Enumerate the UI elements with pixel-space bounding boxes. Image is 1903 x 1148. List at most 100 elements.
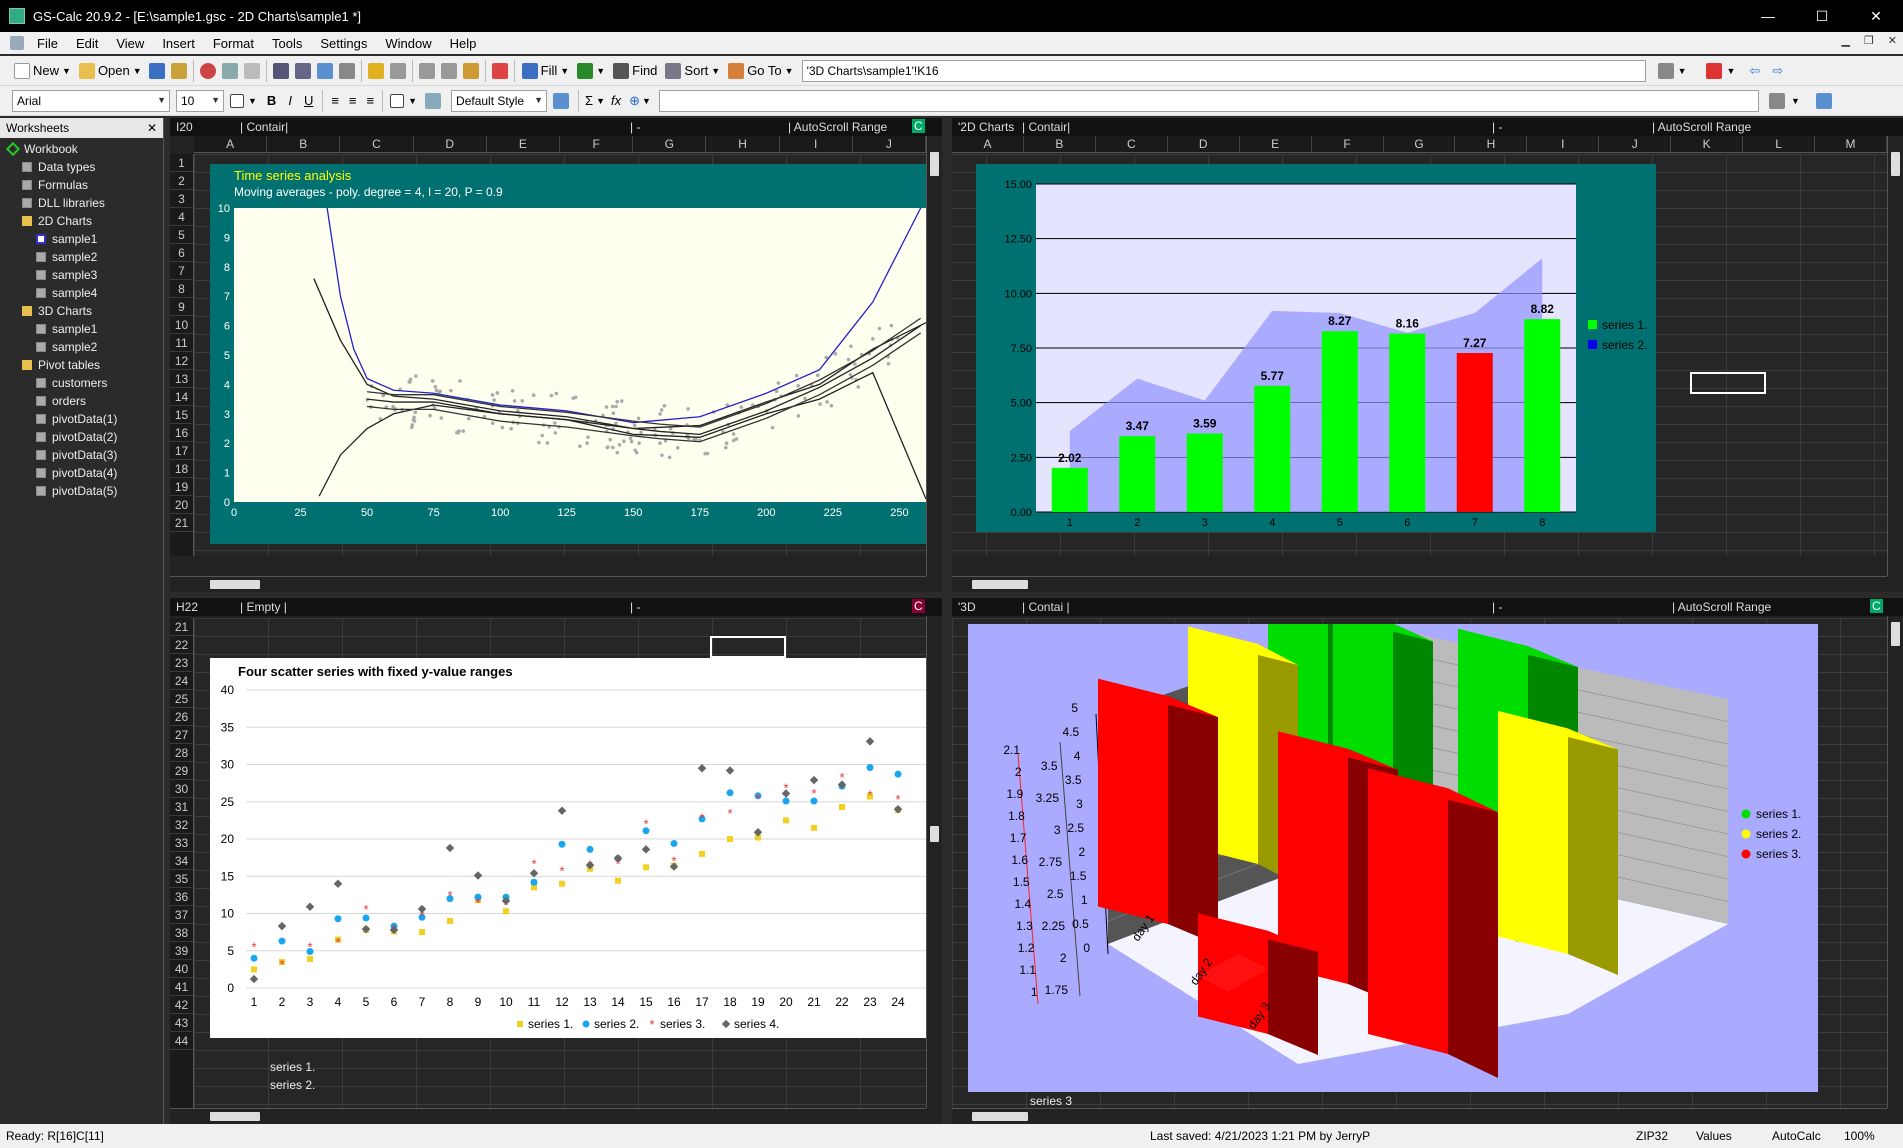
row-header-cell[interactable]: 32 [170, 816, 193, 834]
row-header-cell[interactable]: 16 [170, 424, 193, 442]
row-header-cell[interactable]: 19 [170, 478, 193, 496]
3d-bar-chart[interactable]: 0 0.5 1 1.5 2 2.5 3 3.5 4 4.5 5 1 1.1 1.2 1.3 1.4 1.5 1.6… [968, 624, 1818, 1092]
chevron-down-icon[interactable]: ▼ [248, 96, 257, 106]
formula-input[interactable] [658, 89, 1759, 112]
tree-node[interactable]: customers [0, 374, 163, 392]
row-header-cell[interactable]: 25 [170, 690, 193, 708]
close-icon[interactable]: ✕ [147, 121, 157, 135]
align-right-icon[interactable]: ≡ [367, 93, 375, 108]
menu-view[interactable]: View [107, 36, 153, 51]
tree-node[interactable]: pivotData(5) [0, 482, 163, 500]
horizontal-scrollbar[interactable] [952, 1108, 1887, 1124]
print-preview-icon[interactable] [294, 62, 311, 79]
column-header-cell[interactable]: A [952, 136, 1024, 152]
row-header-cell[interactable]: 3 [170, 190, 193, 208]
chevron-down-icon[interactable]: ▼ [1791, 96, 1800, 106]
chevron-down-icon[interactable]: ▼ [1678, 66, 1687, 76]
column-header-cell[interactable]: A [194, 136, 268, 152]
row-header-cell[interactable]: 21 [170, 618, 193, 636]
scroll-thumb[interactable] [930, 152, 939, 176]
row-header-cell[interactable]: 15 [170, 406, 193, 424]
column-header-cell[interactable]: B [1024, 136, 1096, 152]
column-header-cell[interactable]: J [1599, 136, 1672, 152]
row-header-cell[interactable]: 37 [170, 906, 193, 924]
style-select[interactable]: Default Style ▼ [451, 89, 548, 112]
column-header-cell[interactable]: K [1671, 136, 1744, 152]
time-series-chart[interactable]: Time series analysis Moving averages - po… [210, 164, 926, 544]
minimize-button[interactable]: — [1741, 0, 1795, 32]
scatter-chart[interactable]: Four scatter series with fixed y-value r… [210, 658, 926, 1038]
row-header-cell[interactable]: 22 [170, 636, 193, 654]
status-autocalc[interactable]: AutoCalc [1772, 1129, 1821, 1143]
document-icon[interactable] [10, 36, 24, 50]
row-header-cell[interactable]: 1 [170, 154, 193, 172]
row-header-cell[interactable]: 42 [170, 996, 193, 1014]
row-header-cell[interactable]: 34 [170, 852, 193, 870]
tree-node[interactable]: pivotData(3) [0, 446, 163, 464]
tree-node[interactable]: orders [0, 392, 163, 410]
mdi-minimize-icon[interactable]: ▁ [1841, 34, 1849, 47]
vertical-scrollbar[interactable] [1887, 616, 1903, 1108]
row-header-cell[interactable]: 13 [170, 370, 193, 388]
mdi-close-icon[interactable]: ✕ [1888, 34, 1897, 47]
rows-icon[interactable] [440, 62, 457, 79]
menu-file[interactable]: File [28, 36, 67, 51]
column-header-cell[interactable]: C [1096, 136, 1168, 152]
tree-node[interactable]: pivotData(4) [0, 464, 163, 482]
row-header-cell[interactable]: 4 [170, 208, 193, 226]
tree-node[interactable]: Pivot tables [0, 356, 163, 374]
vertical-scrollbar[interactable] [926, 616, 942, 1108]
chart-button[interactable]: ▼ [573, 59, 609, 83]
insert-function-icon[interactable]: ⊕ [629, 93, 640, 109]
goto-button[interactable]: Go To ▼ [724, 59, 797, 83]
row-header-cell[interactable]: 23 [170, 654, 193, 672]
row-header-cell[interactable]: 38 [170, 924, 193, 942]
sum-button[interactable]: Σ [585, 93, 593, 108]
cell-color-icon[interactable] [230, 93, 244, 108]
back-arrow-icon[interactable]: ⇦ [1749, 63, 1760, 79]
scroll-thumb[interactable] [972, 1112, 1028, 1121]
border-icon[interactable] [390, 93, 405, 108]
row-header-cell[interactable]: 33 [170, 834, 193, 852]
music-icon[interactable] [462, 62, 479, 79]
columns-icon[interactable] [418, 62, 435, 79]
underline-button[interactable]: U [304, 93, 313, 108]
column-header-cell[interactable]: M [1815, 136, 1887, 152]
tree-node[interactable]: 2D Charts [0, 212, 163, 230]
column-header-cell[interactable]: I [1527, 136, 1600, 152]
address-options-icon[interactable] [1657, 62, 1674, 79]
close-button[interactable]: ✕ [1849, 0, 1903, 32]
open-button[interactable]: Open ▼ [75, 59, 146, 83]
chevron-down-icon[interactable]: ▼ [1726, 66, 1735, 76]
column-header-cell[interactable]: J [853, 136, 927, 152]
tree-node[interactable]: pivotData(1) [0, 410, 163, 428]
frame-icon[interactable] [425, 92, 442, 109]
vertical-scrollbar[interactable] [1887, 136, 1903, 576]
column-header-cell[interactable]: E [487, 136, 561, 152]
refresh-icon[interactable] [1815, 92, 1832, 109]
row-header-cell[interactable]: 2 [170, 172, 193, 190]
row-header-cell[interactable]: 12 [170, 352, 193, 370]
new-button[interactable]: New ▼ [10, 59, 75, 83]
bookmark-icon[interactable] [1706, 62, 1723, 79]
italic-button[interactable]: I [288, 93, 292, 108]
column-header-cell[interactable]: F [1312, 136, 1384, 152]
row-header-cell[interactable]: 30 [170, 780, 193, 798]
menu-settings[interactable]: Settings [311, 36, 376, 51]
paste-icon[interactable] [243, 62, 260, 79]
menu-window[interactable]: Window [376, 36, 440, 51]
column-header-cell[interactable]: C [340, 136, 414, 152]
menu-format[interactable]: Format [204, 36, 263, 51]
selected-cell[interactable] [710, 636, 786, 658]
column-header-cell[interactable]: E [1240, 136, 1312, 152]
scroll-thumb[interactable] [210, 1112, 260, 1121]
row-header-cell[interactable]: 21 [170, 514, 193, 532]
format-brush-icon[interactable] [367, 62, 384, 79]
row-header-cell[interactable]: 40 [170, 960, 193, 978]
save-all-icon[interactable] [170, 62, 187, 79]
tree-node[interactable]: pivotData(2) [0, 428, 163, 446]
column-header-cell[interactable]: F [560, 136, 634, 152]
row-header-cell[interactable]: 35 [170, 870, 193, 888]
menu-edit[interactable]: Edit [67, 36, 107, 51]
chevron-down-icon[interactable]: ▼ [642, 96, 651, 106]
